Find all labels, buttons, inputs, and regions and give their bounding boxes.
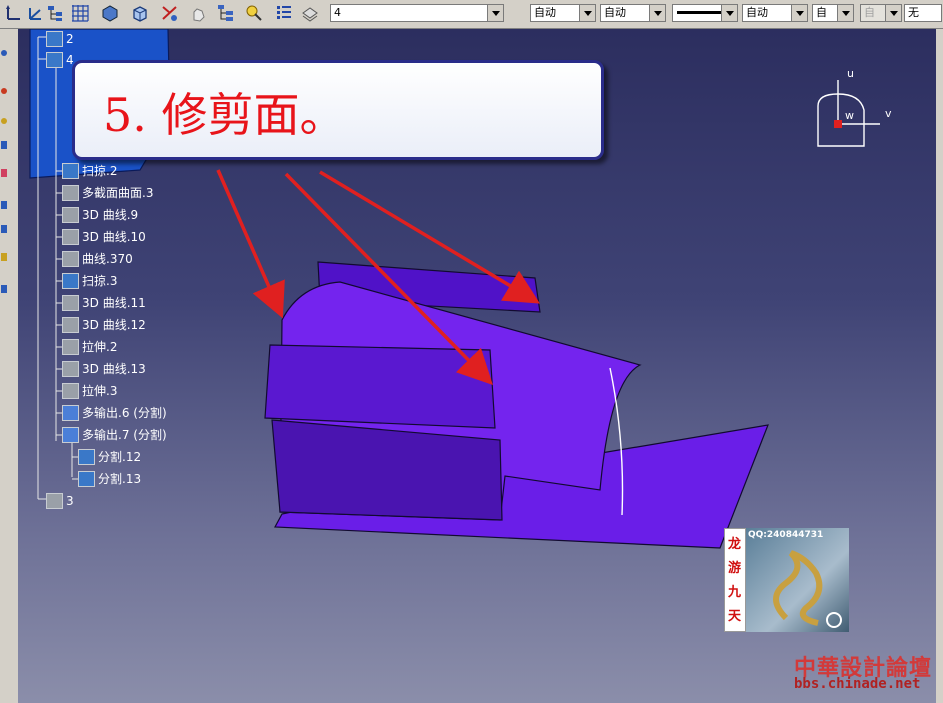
work-plane-icon[interactable] xyxy=(100,3,120,23)
geometric-set-icon xyxy=(46,31,63,47)
hand-pointer-icon[interactable] xyxy=(188,3,208,23)
forum-url: bbs.chinade.net xyxy=(794,676,921,692)
tree-structure-icon[interactable] xyxy=(46,3,66,23)
transparency-combo[interactable]: 自动 xyxy=(600,4,666,22)
extrude-icon xyxy=(62,339,79,355)
left-toolbar-icons[interactable] xyxy=(0,29,18,349)
color-combo[interactable]: 自动 xyxy=(530,4,596,22)
extrude-icon xyxy=(62,383,79,399)
rendering-combo: 自 xyxy=(860,4,902,22)
sweep-icon xyxy=(62,163,79,179)
axis-icon[interactable] xyxy=(4,3,24,23)
chevron-down-icon[interactable] xyxy=(721,5,737,21)
line-weight-sample xyxy=(677,11,721,14)
compass-label-u: u xyxy=(847,67,854,80)
dragon-icon xyxy=(773,550,842,628)
hierarchy-icon[interactable] xyxy=(216,3,236,23)
geometric-set-icon xyxy=(46,52,63,68)
style-combo-value: 无 xyxy=(908,6,919,19)
layer-combo-value: 4 xyxy=(334,6,341,19)
style-combo[interactable]: 无 xyxy=(904,4,942,22)
curve-3d-icon xyxy=(62,317,79,333)
author-watermark: 龙 游 九 天 QQ:240844731 xyxy=(724,528,849,632)
chevron-down-icon[interactable] xyxy=(649,5,665,21)
step-callout: 5. 修剪面。 xyxy=(72,60,604,160)
chevron-down-icon[interactable] xyxy=(487,5,503,21)
geometric-set-icon xyxy=(46,493,63,509)
watermark-title-strip: 龙 游 九 天 xyxy=(724,528,746,632)
curve-3d-icon xyxy=(62,361,79,377)
chevron-down-icon[interactable] xyxy=(791,5,807,21)
rendering-combo-value: 自 xyxy=(864,6,875,19)
chevron-down-icon[interactable] xyxy=(579,5,595,21)
sweep-icon xyxy=(62,273,79,289)
watermark-qq: QQ:240844731 xyxy=(748,530,824,540)
curve-3d-icon xyxy=(62,295,79,311)
point-type-combo-value: 自 xyxy=(816,6,827,19)
chevron-down-icon[interactable] xyxy=(837,5,853,21)
layer-combo[interactable]: 4 xyxy=(330,4,504,22)
line-type-combo-value: 自动 xyxy=(746,6,768,19)
view-fly-icon[interactable] xyxy=(244,3,264,23)
watermark-char: 游 xyxy=(728,561,742,576)
compass-label-v: v xyxy=(885,107,892,120)
left-toolbar xyxy=(0,29,19,703)
top-toolbar: 4 自动 自动 自动 自 自 无 xyxy=(0,0,943,29)
line-type-combo[interactable]: 自动 xyxy=(742,4,808,22)
point-type-combo[interactable]: 自 xyxy=(812,4,854,22)
multi-output-icon xyxy=(62,427,79,443)
split-icon xyxy=(78,471,95,487)
split-icon xyxy=(78,449,95,465)
watermark-char: 天 xyxy=(728,609,742,624)
curve-icon xyxy=(62,251,79,267)
axis-system-icon[interactable] xyxy=(24,3,44,23)
grid-icon[interactable] xyxy=(70,3,90,23)
curve-3d-icon xyxy=(62,207,79,223)
chevron-down-icon xyxy=(885,5,901,21)
layer-icon[interactable] xyxy=(300,3,320,23)
transparency-combo-value: 自动 xyxy=(604,6,626,19)
color-combo-value: 自动 xyxy=(534,6,556,19)
forum-logo: 中華設計論壇 bbs.chinade.net xyxy=(784,648,934,700)
snap-icon[interactable] xyxy=(160,3,180,23)
watermark-char: 龙 xyxy=(728,537,742,552)
compass-label-w: w xyxy=(845,109,854,122)
watermark-char: 九 xyxy=(728,585,742,600)
right-scrollbar[interactable] xyxy=(936,29,943,703)
cube-icon[interactable] xyxy=(130,3,150,23)
step-callout-text: 5. 修剪面。 xyxy=(103,88,346,142)
list-icon[interactable] xyxy=(274,3,294,23)
loft-surface-icon xyxy=(62,185,79,201)
watermark-dragon-image: QQ:240844731 xyxy=(746,528,849,632)
curve-3d-icon xyxy=(62,229,79,245)
multi-output-icon xyxy=(62,405,79,421)
line-weight-combo[interactable] xyxy=(672,4,738,22)
